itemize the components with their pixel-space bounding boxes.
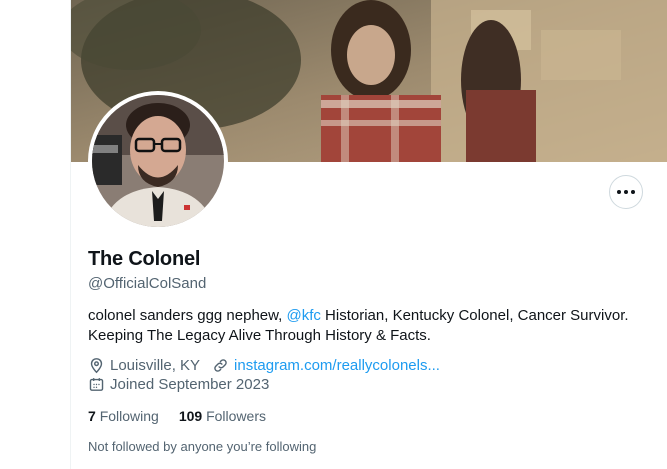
not-followed-notice: Not followed by anyone you’re following [88, 439, 317, 454]
following-link[interactable]: 7 Following [88, 408, 159, 424]
profile-display-name: The Colonel [88, 248, 201, 270]
profile-joined-row: Joined September 2023 [88, 376, 269, 393]
bio-mention-link[interactable]: @kfc [286, 307, 320, 324]
profile-avatar[interactable] [88, 91, 228, 231]
followers-count: 109 [178, 408, 203, 424]
profile-meta-row: Louisville, KY instagram.com/reallycolon… [88, 357, 440, 374]
following-label: Following [99, 408, 159, 424]
more-horizontal-icon [617, 190, 635, 194]
profile-website-link[interactable]: instagram.com/reallycolonels... [234, 357, 440, 374]
link-icon [214, 359, 227, 372]
profile-handle: @OfficialColSand [88, 275, 207, 292]
more-options-button[interactable] [609, 175, 643, 209]
profile-location: Louisville, KY [110, 357, 201, 374]
avatar-photo [92, 95, 224, 227]
location-pin-icon [90, 358, 103, 374]
profile-joined-date: Joined September 2023 [110, 376, 270, 393]
left-sidebar-gutter [0, 0, 71, 469]
follow-stats: 7 Following 109 Followers [88, 408, 266, 424]
bio-text-start: colonel sanders ggg nephew, [88, 307, 287, 324]
profile-bio: colonel sanders ggg nephew, @kfc Histori… [88, 306, 658, 346]
followers-label: Followers [206, 408, 266, 424]
calendar-icon [89, 378, 104, 391]
followers-link[interactable]: 109 Followers [179, 408, 266, 424]
following-count: 7 [88, 408, 96, 424]
